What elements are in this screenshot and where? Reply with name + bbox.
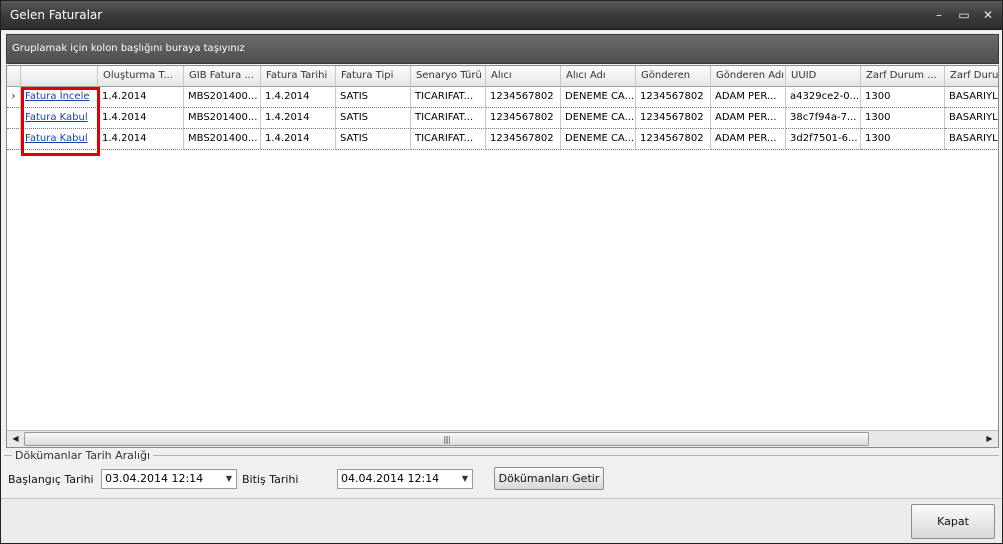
- table-cell: ADAM PER...: [711, 87, 786, 108]
- table-cell: 1.4.2014: [261, 129, 336, 150]
- table-cell: ADAM PER...: [711, 129, 786, 150]
- column-header[interactable]: Fatura Tarihi: [261, 66, 336, 87]
- table-cell: TICARIFAT...: [411, 87, 486, 108]
- maximize-icon[interactable]: ▭: [956, 7, 972, 23]
- table-cell: MBS201400...: [184, 129, 261, 150]
- group-panel[interactable]: Gruplamak için kolon başlığını buraya ta…: [6, 34, 999, 64]
- date-range-group: Dökümanlar Tarih Aralığı Başlangıç Tarih…: [4, 449, 999, 496]
- table-cell: 1.4.2014: [98, 87, 184, 108]
- table-cell: SATIS: [336, 108, 411, 129]
- invoice-action-link-text[interactable]: Fatura İncele: [25, 91, 90, 102]
- window-title: Gelen Faturalar: [10, 8, 103, 22]
- scrollbar-thumb[interactable]: ||||: [24, 432, 869, 446]
- row-indicator-icon: [7, 108, 21, 129]
- column-header[interactable]: Gönderen: [636, 66, 711, 87]
- table-cell: 1.4.2014: [261, 87, 336, 108]
- table-cell: MBS201400...: [184, 108, 261, 129]
- table-cell: 1234567802: [636, 108, 711, 129]
- row-indicator-icon: ›: [7, 87, 21, 108]
- minimize-icon[interactable]: –: [931, 7, 947, 23]
- table-cell: 1.4.2014: [261, 108, 336, 129]
- date-range-legend: Dökümanlar Tarih Aralığı: [12, 449, 154, 462]
- column-header[interactable]: Zarf Durum ...: [861, 66, 945, 87]
- table-row[interactable]: Fatura Kabul 1.4.2014 MBS201400... 1.4.2…: [7, 108, 998, 129]
- chevron-down-icon[interactable]: ▼: [462, 470, 468, 488]
- column-header[interactable]: Gönderen Adı: [711, 66, 786, 87]
- horizontal-scrollbar[interactable]: ◀ |||| ▶: [7, 430, 998, 447]
- table-cell: TICARIFAT...: [411, 129, 486, 150]
- column-header[interactable]: Oluşturma T...: [98, 66, 184, 87]
- column-header[interactable]: UUID: [786, 66, 861, 87]
- column-header[interactable]: Alıcı: [486, 66, 561, 87]
- table-cell: 1234567802: [486, 87, 561, 108]
- row-indicator-icon: [7, 129, 21, 150]
- fetch-documents-button[interactable]: Dökümanları Getir: [494, 467, 604, 490]
- invoice-action-link-text[interactable]: Fatura Kabul: [25, 133, 88, 144]
- group-panel-hint: Gruplamak için kolon başlığını buraya ta…: [12, 43, 245, 54]
- table-cell: BASARIYLA: [945, 129, 998, 150]
- title-bar[interactable]: Gelen Faturalar – ▭ ✕: [1, 1, 1002, 30]
- table-cell: 1.4.2014: [98, 129, 184, 150]
- table-cell: DENEME CA...: [561, 108, 636, 129]
- column-header[interactable]: Zarf Durum: [945, 66, 998, 87]
- table-cell: MBS201400...: [184, 87, 261, 108]
- table-cell: 1234567802: [636, 129, 711, 150]
- close-button[interactable]: Kapat: [911, 504, 995, 539]
- end-date-picker[interactable]: 04.04.2014 12:14 ▼: [337, 469, 473, 489]
- table-cell: 1234567802: [636, 87, 711, 108]
- table-cell: 38c7f94a-7...: [786, 108, 861, 129]
- table-cell: ADAM PER...: [711, 108, 786, 129]
- column-header[interactable]: Alıcı Adı: [561, 66, 636, 87]
- header-action: [21, 66, 98, 87]
- table-cell: DENEME CA...: [561, 87, 636, 108]
- table-cell: SATIS: [336, 129, 411, 150]
- column-header[interactable]: Fatura Tipi: [336, 66, 411, 87]
- start-date-value: 03.04.2014 12:14: [105, 472, 204, 485]
- invoice-grid: Oluşturma T... GIB Fatura ... Fatura Tar…: [6, 65, 999, 448]
- table-cell: a4329ce2-0...: [786, 87, 861, 108]
- table-cell: 1234567802: [486, 108, 561, 129]
- scroll-right-icon[interactable]: ▶: [981, 431, 998, 447]
- table-row[interactable]: › Fatura İncele 1.4.2014 MBS201400... 1.…: [7, 87, 998, 108]
- table-cell: BASARIYLA: [945, 87, 998, 108]
- scrollbar-grip-icon: ||||: [443, 435, 451, 444]
- end-date-label: Bitiş Tarihi: [242, 473, 299, 486]
- header-indicator: [7, 66, 21, 87]
- invoice-action-link[interactable]: Fatura Kabul: [21, 129, 98, 150]
- table-cell: 1234567802: [486, 129, 561, 150]
- column-header[interactable]: Senaryo Türü: [411, 66, 486, 87]
- invoice-action-link-text[interactable]: Fatura Kabul: [25, 112, 88, 123]
- gelen-faturalar-window: Gelen Faturalar – ▭ ✕ Gruplamak için kol…: [0, 0, 1003, 544]
- close-icon[interactable]: ✕: [980, 7, 996, 23]
- grid-header-row: Oluşturma T... GIB Fatura ... Fatura Tar…: [7, 66, 998, 87]
- scroll-left-icon[interactable]: ◀: [7, 431, 24, 447]
- start-date-label: Başlangıç Tarihi: [8, 473, 94, 486]
- invoice-action-link[interactable]: Fatura Kabul: [21, 108, 98, 129]
- table-cell: 1300: [861, 108, 945, 129]
- table-cell: SATIS: [336, 87, 411, 108]
- invoice-action-link[interactable]: Fatura İncele: [21, 87, 98, 108]
- chevron-down-icon[interactable]: ▼: [226, 470, 232, 488]
- column-header[interactable]: GIB Fatura ...: [184, 66, 261, 87]
- table-cell: 3d2f7501-6...: [786, 129, 861, 150]
- table-cell: 1.4.2014: [98, 108, 184, 129]
- table-cell: DENEME CA...: [561, 129, 636, 150]
- table-row[interactable]: Fatura Kabul 1.4.2014 MBS201400... 1.4.2…: [7, 129, 998, 150]
- table-cell: TICARIFAT...: [411, 108, 486, 129]
- end-date-value: 04.04.2014 12:14: [341, 472, 440, 485]
- start-date-picker[interactable]: 03.04.2014 12:14 ▼: [101, 469, 237, 489]
- table-cell: 1300: [861, 129, 945, 150]
- table-cell: 1300: [861, 87, 945, 108]
- footer-panel: Kapat: [1, 498, 1002, 543]
- table-cell: BASARIYLA: [945, 108, 998, 129]
